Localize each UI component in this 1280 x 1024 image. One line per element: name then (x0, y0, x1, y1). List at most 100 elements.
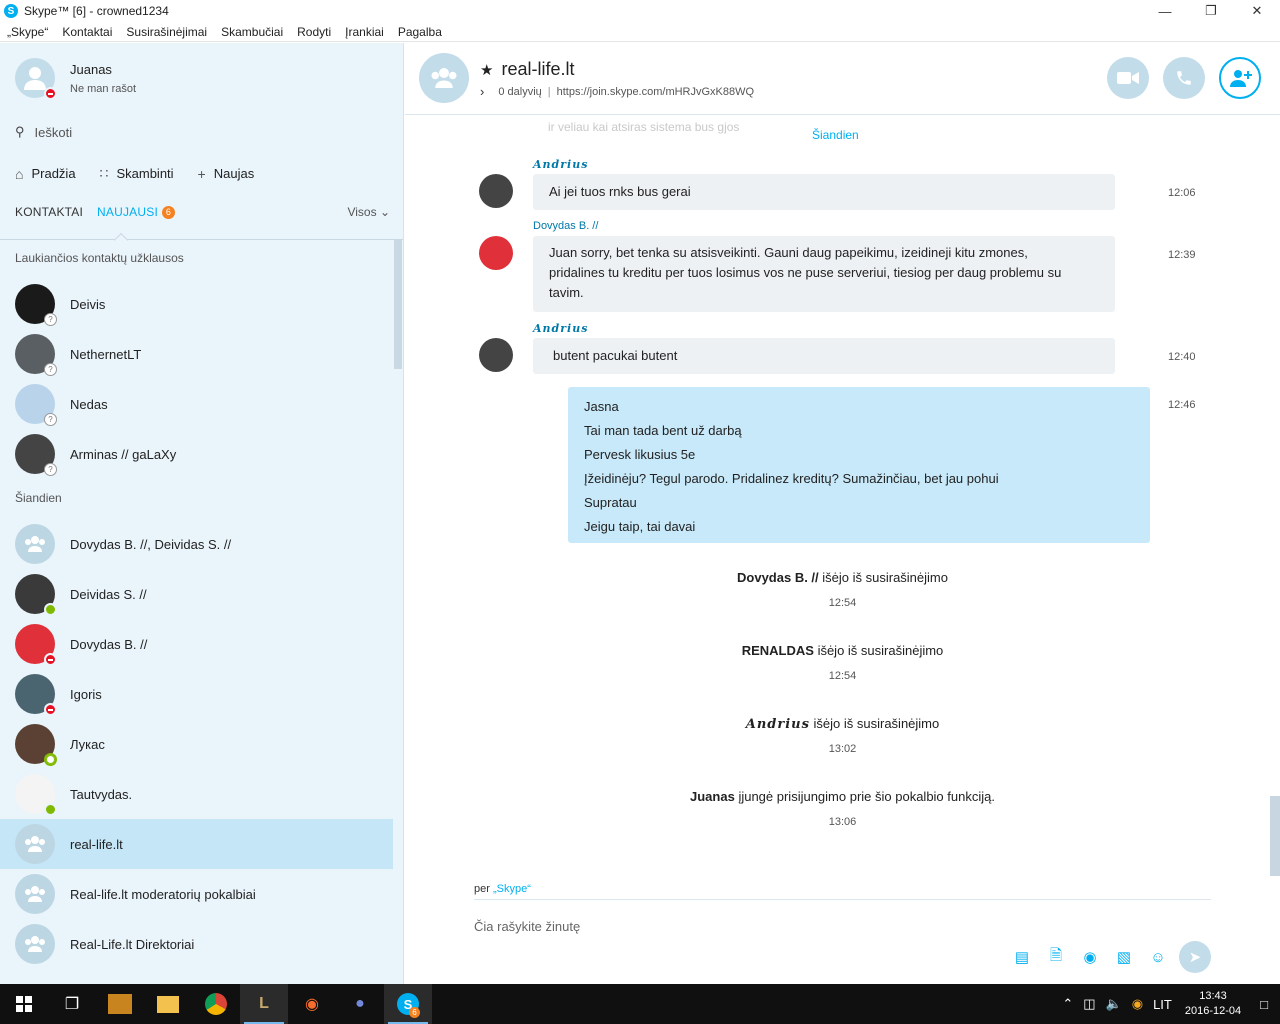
contact-arminas[interactable]: ? Arminas // gaLaXy (0, 429, 393, 479)
network-icon[interactable]: ◫ (1083, 996, 1095, 1012)
contact-nedas[interactable]: ? Nedas (0, 379, 393, 429)
profile-name: Juanas (70, 61, 112, 77)
avatar[interactable] (479, 174, 513, 208)
sidebar-scrollbar[interactable] (394, 239, 402, 369)
contact-lukas[interactable]: Лукас (0, 719, 393, 769)
system-actor[interactable]: Dovydas B. // (737, 570, 819, 585)
video-call-button[interactable] (1107, 57, 1149, 99)
add-participant-button[interactable] (1219, 57, 1261, 99)
avatar[interactable] (479, 338, 513, 372)
send-button[interactable]: ➤ (1179, 941, 1211, 973)
search-input[interactable]: Ieškoti (35, 125, 73, 140)
emoticon-button[interactable]: ☺ (1141, 942, 1175, 972)
taskbar-chrome[interactable] (192, 984, 240, 1024)
send-photo-button[interactable]: ▤ (1005, 942, 1039, 972)
call-label: Skambinti (116, 166, 174, 181)
compose-divider (474, 899, 1211, 900)
menu-calls[interactable]: Skambučiai (221, 25, 283, 39)
notifications-icon[interactable]: □ (1260, 997, 1268, 1012)
tab-recent[interactable]: NAUJAUSI 6 (97, 205, 175, 220)
home-button[interactable]: ⌂ Pradžia (15, 166, 76, 182)
join-link[interactable]: https://join.skype.com/mHRJvGxK88WQ (557, 86, 754, 98)
message-input[interactable]: Čia rašykite žinutę (474, 919, 580, 934)
taskbar-csgo[interactable] (96, 984, 144, 1024)
today-section-title: Šiandien (15, 491, 62, 505)
group-icon (25, 936, 45, 952)
tab-contacts[interactable]: KONTAKTAI (15, 205, 83, 219)
start-button[interactable] (0, 984, 48, 1024)
video-message-button[interactable]: ◉ (1073, 942, 1107, 972)
my-message-bubble[interactable]: Jasna Tai man tada bent už darbą Pervesk… (568, 387, 1150, 543)
system-actor[interactable]: RENALDAS (742, 643, 814, 658)
contact-name: Deividas S. // (70, 586, 147, 602)
via-app-link[interactable]: „Skype“ (493, 883, 531, 895)
menu-contacts[interactable]: Kontaktai (62, 25, 112, 39)
profile-mood[interactable]: Ne man rašot (70, 83, 136, 95)
contact-igoris[interactable]: Igoris (0, 669, 393, 719)
message-sender[interactable]: Dovydas B. // (533, 220, 598, 232)
chevron-up-icon[interactable]: ⌃ (1062, 996, 1073, 1012)
contact-deivis[interactable]: ? Deivis (0, 279, 393, 329)
search-box[interactable]: ⚲ Ieškoti (15, 124, 72, 140)
system-actor[interactable]: Andrius (746, 717, 810, 732)
contact-directors[interactable]: Real-Life.lt Direktoriai (0, 919, 393, 969)
menu-help[interactable]: Pagalba (398, 25, 442, 39)
profile-avatar[interactable] (15, 58, 57, 100)
taskbar-explorer[interactable] (144, 984, 192, 1024)
busy-status-icon (44, 87, 57, 100)
menu-tools[interactable]: Įrankiai (345, 25, 384, 39)
message-list[interactable]: ir veliau kai atsiras sistema bus gjos Š… (405, 116, 1280, 876)
contact-tautvydas[interactable]: Tautvydas. (0, 769, 393, 819)
contact-group-dovydas-deividas[interactable]: Dovydas B. //, Deividas S. // (0, 519, 393, 569)
star-icon[interactable]: ★ (480, 61, 493, 79)
contact-dovydas[interactable]: Dovydas B. // (0, 619, 393, 669)
chevron-right-icon[interactable]: › (480, 84, 484, 99)
app-tray-icon[interactable]: ◉ (1132, 996, 1143, 1012)
smiley-icon: ☺ (1150, 948, 1166, 966)
message-sender[interactable]: Andrius (533, 322, 588, 335)
language-indicator[interactable]: LIT (1153, 997, 1172, 1012)
restore-button[interactable]: ❐ (1188, 0, 1234, 22)
avatar[interactable] (479, 236, 513, 270)
taskbar-origin[interactable]: ◉ (288, 984, 336, 1024)
taskbar-league[interactable]: L (240, 984, 288, 1024)
filter-dropdown[interactable]: Visos ⌄ (347, 205, 390, 219)
avatar (15, 524, 55, 564)
audio-call-button[interactable] (1163, 57, 1205, 99)
chat-scrollbar[interactable] (1270, 796, 1280, 876)
clock[interactable]: 13:43 2016-12-04 (1185, 989, 1241, 1019)
send-file-button[interactable]: 🗎 (1039, 942, 1073, 972)
menu-view[interactable]: Rodyti (297, 25, 331, 39)
menu-conversations[interactable]: Susirašinėjimai (126, 25, 207, 39)
contact-real-life-lt[interactable]: real-life.lt (0, 819, 393, 869)
message-sender[interactable]: Andrius (533, 158, 588, 171)
avatar: ? (15, 284, 57, 326)
minimize-button[interactable]: — (1142, 0, 1188, 22)
menu-skype[interactable]: „Skype“ (7, 25, 48, 39)
dialpad-button[interactable]: ∷ Skambinti (100, 165, 174, 182)
compose-toolbar: ▤ 🗎 ◉ ▧ ☺ ➤ (1005, 941, 1211, 973)
task-view-button[interactable]: ❐ (48, 984, 96, 1024)
participants-count[interactable]: 0 dalyvių (498, 86, 541, 98)
contact-moderators[interactable]: Real-life.lt moderatorių pokalbiai (0, 869, 393, 919)
taskbar-skype[interactable]: S6 (384, 984, 432, 1024)
system-actor[interactable]: Juanas (690, 789, 735, 804)
message-bubble[interactable]: butent pacukai butent (533, 338, 1115, 374)
filter-label: Visos (347, 205, 377, 219)
new-button[interactable]: + Naujas (198, 166, 255, 182)
message-bubble[interactable]: Ai jei tuos rnks bus gerai (533, 174, 1115, 210)
conversation-avatar[interactable] (419, 53, 469, 103)
close-button[interactable]: ✕ (1234, 0, 1280, 22)
send-contact-button[interactable]: ▧ (1107, 942, 1141, 972)
taskbar-discord[interactable]: ● (336, 984, 384, 1024)
volume-icon[interactable]: 🔈 (1106, 996, 1122, 1012)
group-icon (25, 886, 45, 902)
conversation-title: ★ real-life.lt (480, 59, 574, 80)
window-title: Skype™ [6] - crowned1234 (24, 4, 169, 18)
system-text: išėjo iš susirašinėjimo (818, 570, 948, 585)
message-bubble[interactable]: Juan sorry, bet tenka su atsisveikinti. … (533, 236, 1115, 312)
video-camera-icon (1117, 72, 1139, 84)
contact-nethernetlt[interactable]: ? NethernetLT (0, 329, 393, 379)
contact-deividas[interactable]: Deividas S. // (0, 569, 393, 619)
profile[interactable]: Juanas Ne man rašot (15, 58, 136, 100)
